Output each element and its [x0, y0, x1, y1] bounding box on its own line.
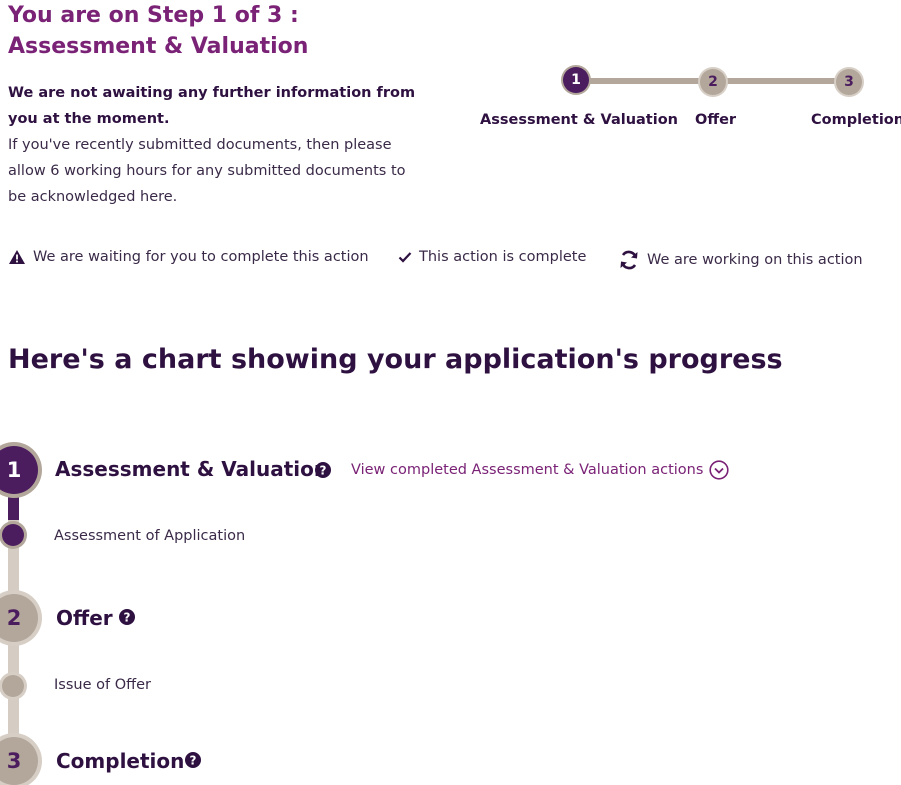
notice-heading: We are not awaiting any further informat… [8, 85, 416, 127]
refresh-icon [620, 250, 638, 270]
warning-icon [9, 250, 25, 264]
progress-track-done [8, 490, 19, 520]
stepper-label-2: Offer [695, 112, 737, 128]
help-icon[interactable]: ? [315, 462, 331, 478]
view-completed-actions-label: View completed Assessment & Valuation ac… [351, 462, 704, 478]
legend-working-label: We are working on this action [647, 252, 863, 268]
page-title: You are on Step 1 of 3 : Assessment & Va… [8, 3, 309, 59]
legend-waiting: We are waiting for you to complete this … [8, 249, 369, 265]
stage-1-sub-label: Assessment of Application [54, 528, 246, 544]
svg-text:?: ? [320, 464, 327, 478]
stage-2-sub-label: Issue of Offer [54, 677, 151, 693]
legend-complete: This action is complete [398, 249, 586, 265]
view-completed-actions-link[interactable]: View completed Assessment & Valuation ac… [351, 460, 730, 480]
stage-2-circle: 2 [0, 594, 38, 642]
legend-complete-label: This action is complete [419, 249, 587, 265]
stage-3-circle: 3 [0, 737, 38, 785]
svg-text:?: ? [124, 611, 131, 625]
stage-1-sub-circle [2, 524, 24, 546]
legend-working: We are working on this action [618, 249, 863, 271]
stepper-label-1: Assessment & Valuation [480, 112, 678, 128]
stepper-step-2: 2 [700, 69, 726, 95]
chevron-down-icon [709, 460, 730, 480]
stepper-step-1: 1 [563, 67, 589, 93]
svg-text:?: ? [190, 754, 197, 768]
stage-2-sub-circle [2, 675, 24, 697]
help-icon[interactable]: ? [119, 609, 135, 625]
checkmark-icon [398, 252, 412, 263]
stepper-label-3: Completion [811, 112, 901, 128]
stage-1-circle: 1 [0, 446, 38, 494]
stage-3-title: Completion [56, 749, 185, 773]
stage-1-title: Assessment & Valuation [55, 457, 329, 481]
help-icon[interactable]: ? [185, 752, 201, 768]
legend-waiting-label: We are waiting for you to complete this … [33, 249, 369, 265]
stage-2-title: Offer [56, 606, 113, 630]
progress-heading: Here's a chart showing your application'… [8, 344, 783, 375]
stepper-step-3: 3 [836, 69, 862, 95]
notice-text: If you've recently submitted documents, … [8, 137, 406, 205]
